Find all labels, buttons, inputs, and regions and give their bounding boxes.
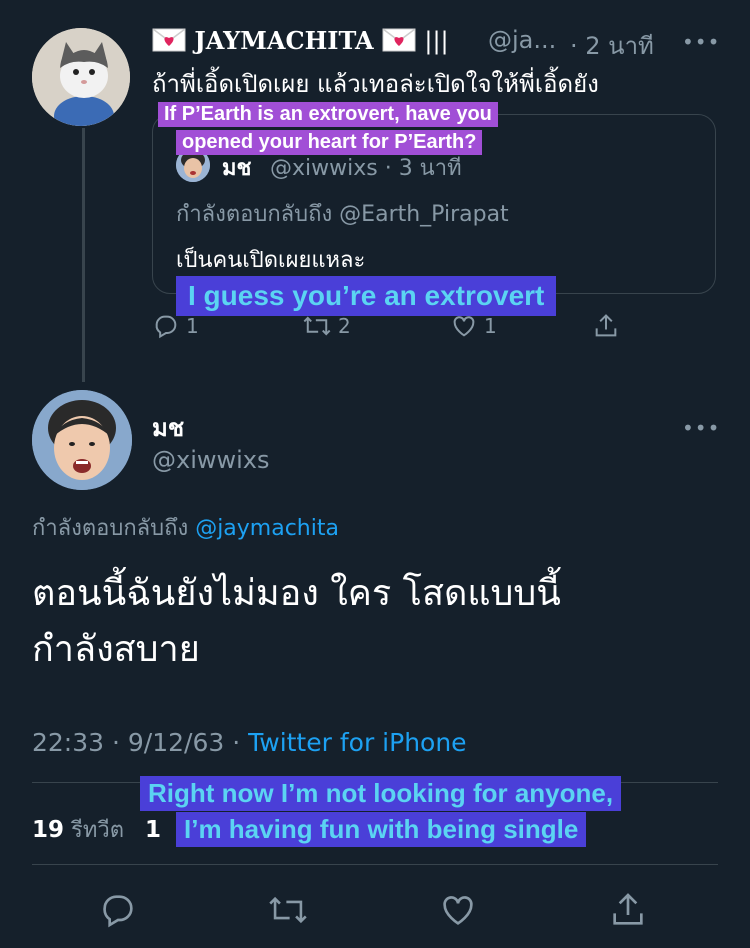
reply-icon <box>103 895 133 928</box>
heart-icon <box>453 316 475 337</box>
more-options-icon[interactable]: ••• <box>682 30 720 54</box>
retweets-label: รีทวีต <box>71 818 124 843</box>
reply-button[interactable]: 1 <box>152 312 199 340</box>
person-avatar-image <box>32 390 132 490</box>
share-icon <box>595 314 617 337</box>
like-button[interactable]: 1 <box>450 312 497 340</box>
envelope-heart-icon <box>374 26 425 55</box>
likes-stat[interactable]: 1 <box>144 817 161 843</box>
retweet-icon <box>303 316 331 336</box>
quoted-name: มช <box>222 156 252 181</box>
avatar[interactable] <box>32 28 130 126</box>
tweet2-replying-to: กำลังตอบกลับถึง @jaymachita <box>32 510 339 545</box>
caption-line: I guess you’re an extrovert <box>176 276 557 316</box>
retweet-icon <box>269 896 307 924</box>
tweet2-text: ตอนนี้ฉันยังไม่มอง ใคร โสดแบบนี้ กำลังสบ… <box>32 573 561 670</box>
reply-button[interactable] <box>96 888 140 932</box>
like-button[interactable] <box>436 888 480 932</box>
tweet1-action-bar: 1 2 1 <box>152 312 632 346</box>
reply-icon <box>155 315 177 339</box>
quoted-replying-to: กำลังตอบกลับถึง @Earth_Pirapat <box>176 202 509 227</box>
retweet-count: 2 <box>338 314 351 338</box>
divider <box>32 864 718 865</box>
avatar[interactable] <box>32 390 132 490</box>
tweet-source-link[interactable]: Twitter for iPhone <box>248 728 466 757</box>
retweet-button[interactable] <box>266 888 310 932</box>
tweet2-meta: 22:33 · 9/12/63 · Twitter for iPhone <box>32 728 467 757</box>
tweet2-stats: 19 รีทวีต 1 <box>32 812 161 847</box>
share-button[interactable] <box>592 312 620 340</box>
replying-prefix: กำลังตอบกลับถึง <box>32 516 196 541</box>
caption-line: I’m having fun with being single <box>176 812 587 847</box>
tweet1-text: ถ้าพี่เอิ้ดเปิดเผย แล้วเทอล่ะเปิดใจให้พี… <box>152 70 599 98</box>
thread-line <box>82 128 85 382</box>
heart-icon <box>443 896 473 925</box>
caption-line: Right now I’m not looking for anyone, <box>140 776 622 811</box>
like-count: 1 <box>484 314 497 338</box>
display-name-text: JAYMACHITA <box>194 26 374 55</box>
share-button[interactable] <box>606 888 650 932</box>
likes-count: 1 <box>144 817 161 843</box>
share-icon <box>613 893 643 925</box>
caption-line: If P’Earth is an extrovert, have you <box>158 102 498 127</box>
tweet2-timestamp[interactable]: 22:33 · 9/12/63 · <box>32 728 248 757</box>
envelope-heart-icon <box>152 26 194 55</box>
caption-line: opened your heart for P’Earth? <box>176 130 483 155</box>
tweet2-handle[interactable]: @xiwwixs <box>152 446 270 474</box>
tweet1-display-name[interactable]: JAYMACHITA ||| <box>152 26 449 55</box>
tweet2-action-bar <box>32 888 718 932</box>
replying-handle-link[interactable]: @jaymachita <box>195 516 339 541</box>
name-suffix: ||| <box>424 27 449 55</box>
quoted-text: เป็นคนเปิดเผยแหละ <box>176 248 366 273</box>
retweets-stat[interactable]: 19 รีทวีต <box>32 817 124 843</box>
tweet2-name[interactable]: มช <box>152 408 184 447</box>
tweet1-handle[interactable]: @ja... <box>488 26 556 54</box>
quoted-handle: @xiwwixs · 3 นาที <box>270 156 462 181</box>
retweet-button[interactable]: 2 <box>302 312 351 340</box>
reply-count: 1 <box>186 314 199 338</box>
cat-avatar-image <box>32 28 130 126</box>
retweets-count: 19 <box>32 817 65 843</box>
more-options-icon[interactable]: ••• <box>682 416 720 440</box>
tweet1-timestamp[interactable]: · 2 นาที <box>570 26 654 65</box>
